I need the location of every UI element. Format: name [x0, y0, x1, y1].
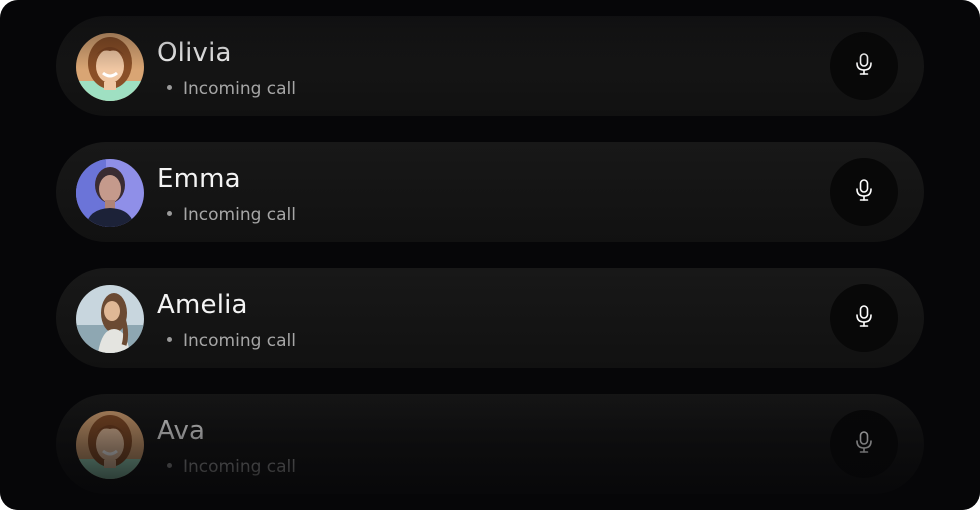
avatar: [76, 159, 144, 227]
microphone-icon: [855, 431, 873, 457]
call-list: Olivia Incoming call Emma Incoming call …: [56, 16, 924, 510]
caller-name: Ava: [157, 416, 206, 446]
mute-microphone-button[interactable]: [830, 158, 898, 226]
mute-microphone-button[interactable]: [830, 410, 898, 478]
call-card[interactable]: Ava Incoming call: [56, 394, 924, 494]
call-status: Incoming call: [167, 78, 296, 100]
status-dot: [167, 210, 172, 216]
call-status: Incoming call: [167, 204, 296, 226]
caller-name: Amelia: [157, 290, 248, 320]
caller-name: Emma: [157, 164, 241, 194]
caller-name: Olivia: [157, 38, 232, 68]
status-dot: [167, 462, 172, 468]
avatar: [76, 33, 144, 101]
call-card[interactable]: Amelia Incoming call: [56, 268, 924, 368]
call-status-label: Incoming call: [183, 331, 296, 351]
avatar: [76, 285, 144, 353]
call-card[interactable]: Emma Incoming call: [56, 142, 924, 242]
call-status-label: Incoming call: [183, 205, 296, 225]
status-dot: [167, 336, 172, 342]
mute-microphone-button[interactable]: [830, 284, 898, 352]
incoming-calls-panel: Olivia Incoming call Emma Incoming call …: [0, 0, 980, 510]
call-status: Incoming call: [167, 330, 296, 352]
microphone-icon: [855, 179, 873, 205]
status-dot: [167, 84, 172, 90]
call-status-label: Incoming call: [183, 457, 296, 477]
call-status: Incoming call: [167, 456, 296, 478]
call-status-label: Incoming call: [183, 79, 296, 99]
microphone-icon: [855, 53, 873, 79]
avatar: [76, 411, 144, 479]
call-card[interactable]: Olivia Incoming call: [56, 16, 924, 116]
microphone-icon: [855, 305, 873, 331]
mute-microphone-button[interactable]: [830, 32, 898, 100]
